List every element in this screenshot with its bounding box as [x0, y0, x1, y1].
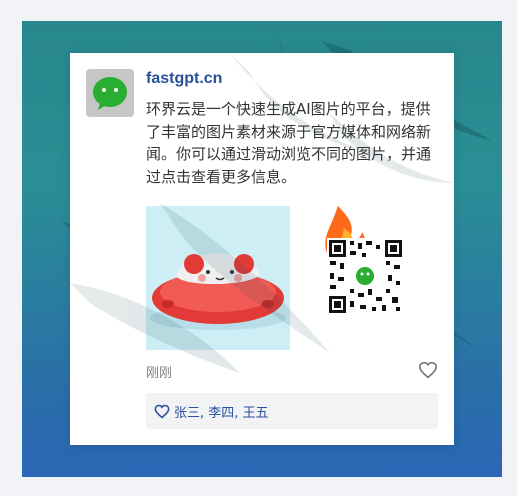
wechat-icon: [93, 77, 127, 110]
post-text: 环界云是一个快速生成AI图片的平台，提供了丰富的图片素材来源于官方媒体和网络新闻…: [146, 100, 432, 186]
author-name[interactable]: fastgpt.cn: [146, 70, 222, 88]
post-timestamp: 刚刚: [146, 366, 173, 381]
post-image-mascot[interactable]: [146, 206, 290, 350]
moment-card: fastgpt.cn 环界云是一个快速生成AI图片的平台，提供了丰富的图片素材来…: [70, 53, 454, 445]
avatar[interactable]: [86, 69, 134, 117]
heart-outline-icon: [154, 404, 170, 419]
likes-panel: 张三, 李四, 王五: [146, 393, 438, 429]
post-image-qrcode[interactable]: [302, 193, 412, 323]
like-button[interactable]: [416, 359, 440, 381]
likes-names[interactable]: 张三, 李四, 王五: [174, 402, 269, 421]
heart-outline-icon: [418, 361, 438, 379]
mascot-image: [146, 206, 290, 350]
qrcode-flame-image: [322, 200, 404, 315]
